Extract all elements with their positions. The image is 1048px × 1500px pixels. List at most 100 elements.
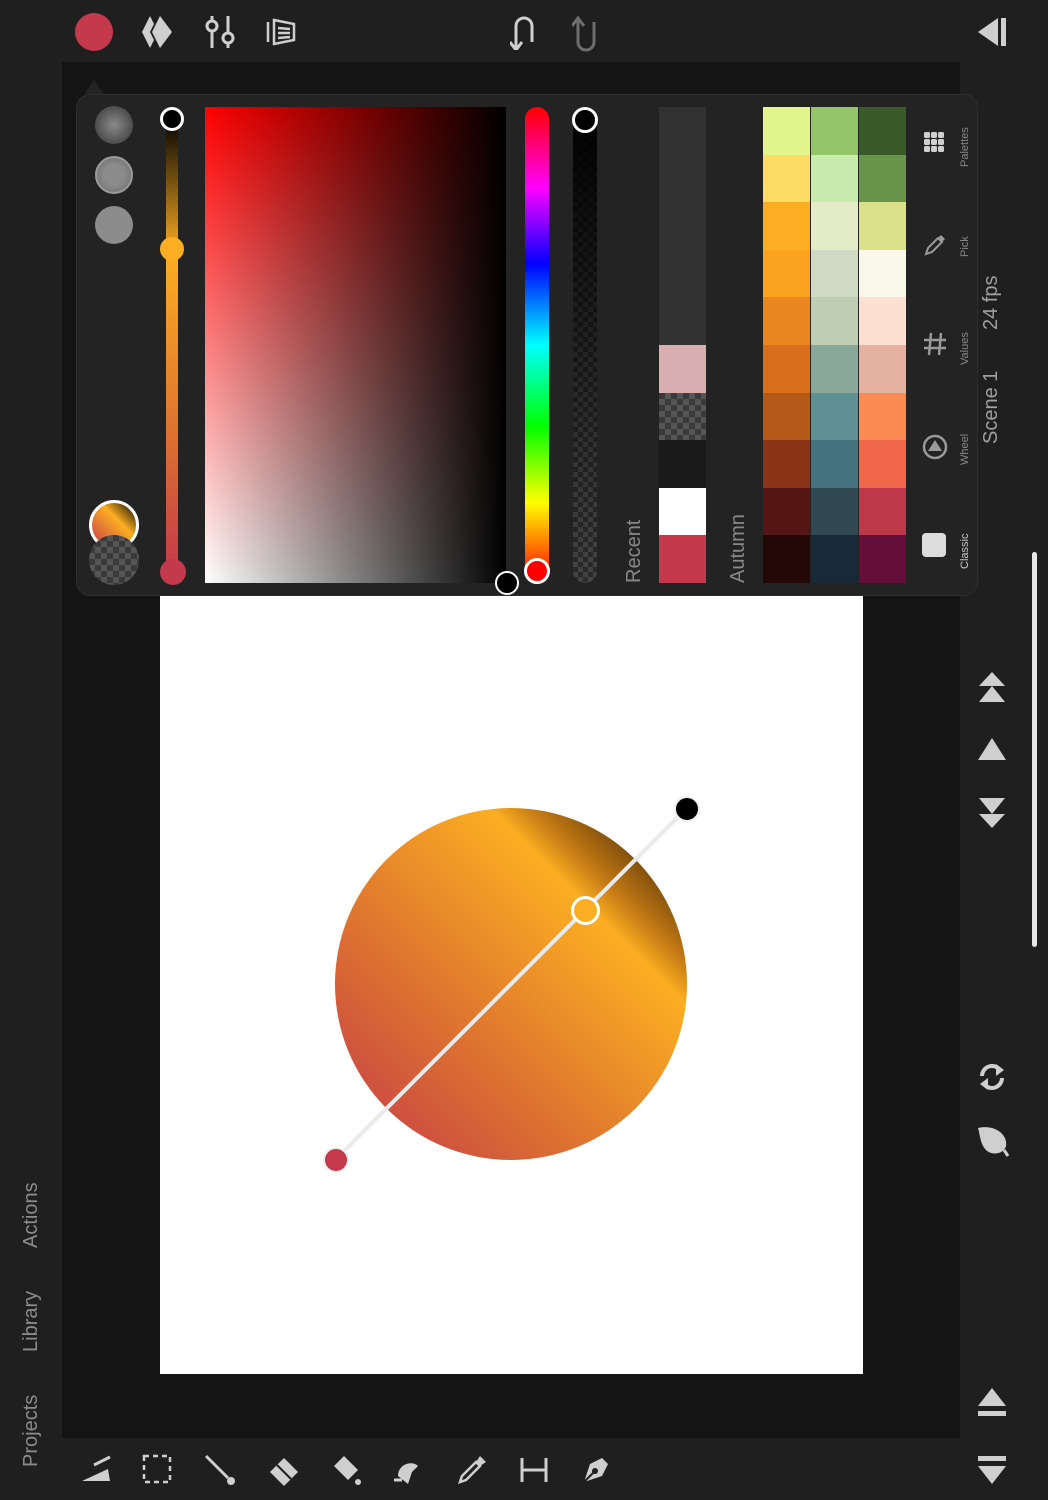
opacity-slider[interactable] [573,107,597,583]
opacity-slider-knob[interactable] [572,107,598,133]
eyedropper-tab-icon[interactable] [923,233,947,257]
eraser-tool-icon[interactable] [268,1454,300,1486]
loop-icon[interactable] [976,1060,1008,1094]
top-toolbar [0,0,1048,62]
palette-swatch[interactable] [763,297,810,345]
palette-swatch[interactable] [811,154,858,203]
classic-tab-icon[interactable] [922,533,946,557]
gradient-start-stop[interactable] [160,559,186,585]
palette-swatch[interactable] [811,345,858,393]
tab-values[interactable]: Values [959,332,971,365]
fps-label[interactable]: 24 fps [980,276,1003,330]
layer-to-bottom-icon[interactable] [977,796,1007,830]
recent-label: Recent [623,519,645,583]
recent-color-swatch[interactable] [659,535,706,583]
gradient-circle-artwork[interactable] [300,780,740,1200]
gradient-start-handle[interactable] [323,1147,349,1173]
onion-skin-icon[interactable] [264,16,298,48]
saturation-brightness-field[interactable] [205,107,506,583]
move-tool-icon[interactable] [80,1455,112,1485]
timeline-expand-icon[interactable] [976,1386,1008,1418]
layer-to-top-icon[interactable] [977,670,1007,704]
palette-name-label[interactable]: Autumn [727,514,750,583]
palette-swatch[interactable] [763,392,810,441]
library-tab[interactable]: Library [20,1291,43,1352]
timeline-scrollbar[interactable] [1032,552,1037,947]
recent-color-swatch[interactable] [659,440,706,488]
gradient-slider-track[interactable] [166,117,178,573]
palette-swatch[interactable] [763,535,810,583]
recent-color-swatch[interactable] [659,345,706,393]
palette-swatch[interactable] [811,107,858,155]
palette-swatch[interactable] [811,440,858,488]
palette-swatch[interactable] [763,249,810,298]
palette-swatch[interactable] [859,107,906,155]
tab-wheel[interactable]: Wheel [959,434,971,465]
palette-swatch[interactable] [763,202,810,250]
palette-swatch[interactable] [811,297,858,345]
palette-swatch[interactable] [859,392,906,441]
selection-tool-icon[interactable] [142,1454,172,1484]
hard-brush-preset[interactable] [95,206,133,244]
palette-swatch[interactable] [763,487,810,536]
gradient-midpoint-handle[interactable] [571,896,600,925]
collapse-panel-icon[interactable] [974,16,1008,48]
adjustments-icon[interactable] [204,14,236,50]
palette-swatch[interactable] [763,440,810,488]
keyframes-icon[interactable] [140,14,174,50]
palette-swatch[interactable] [811,249,858,298]
actions-tab[interactable]: Actions [20,1182,43,1248]
palette-swatch[interactable] [859,345,906,393]
pen-tool-icon[interactable] [580,1454,612,1486]
saturation-brightness-cursor[interactable] [495,571,519,595]
palette-swatch[interactable] [859,202,906,250]
undo-icon[interactable] [510,14,538,50]
palette-swatch[interactable] [859,154,906,203]
eyedropper-tool-icon[interactable] [456,1454,488,1486]
onion-icon[interactable] [974,1122,1010,1158]
palette-swatch[interactable] [763,345,810,393]
palette-swatch[interactable] [763,107,810,155]
wheel-tab-icon[interactable] [921,433,949,461]
recent-color-swatch[interactable] [659,249,706,298]
palette-swatch[interactable] [859,535,906,583]
hash-tab-icon[interactable] [922,331,948,357]
palette-swatch[interactable] [859,297,906,345]
palette-swatch[interactable] [763,154,810,203]
layer-up-icon[interactable] [976,736,1008,762]
soft-brush-preset[interactable] [95,106,133,144]
fill-tool-icon[interactable] [330,1454,362,1486]
palette-swatch[interactable] [859,487,906,536]
popover-arrow [84,80,104,94]
redo-icon[interactable] [572,16,600,52]
recent-color-swatch[interactable] [659,487,706,536]
recent-color-swatch[interactable] [659,154,706,203]
recent-color-swatch[interactable] [659,392,706,441]
palette-swatch[interactable] [811,202,858,250]
recent-color-swatch[interactable] [659,107,706,155]
current-color-button[interactable] [75,13,113,51]
recent-color-swatch[interactable] [659,202,706,250]
measure-tool-icon[interactable] [518,1454,550,1486]
palette-swatch[interactable] [859,249,906,298]
palettes-tab-icon[interactable] [923,131,945,153]
tab-classic[interactable]: Classic [959,534,971,569]
scene-label[interactable]: Scene 1 [980,371,1003,444]
medium-brush-preset[interactable] [95,156,133,194]
brush-tool-icon[interactable] [204,1454,236,1486]
palette-swatch[interactable] [859,440,906,488]
transparent-fill-preview[interactable] [89,535,139,585]
recent-color-swatch[interactable] [659,297,706,345]
tab-pick[interactable]: Pick [959,236,971,257]
hue-slider[interactable] [525,107,549,583]
hue-slider-knob[interactable] [524,558,550,584]
palette-swatch[interactable] [811,487,858,536]
gradient-end-stop[interactable] [160,107,184,131]
palette-swatch[interactable] [811,535,858,583]
smudge-tool-icon[interactable] [392,1454,424,1486]
gradient-mid-stop[interactable] [160,237,184,261]
palette-swatch[interactable] [811,392,858,441]
palette-swatch-grid [763,107,907,583]
gradient-end-handle[interactable] [674,796,700,822]
tab-palettes[interactable]: Palettes [959,127,971,167]
